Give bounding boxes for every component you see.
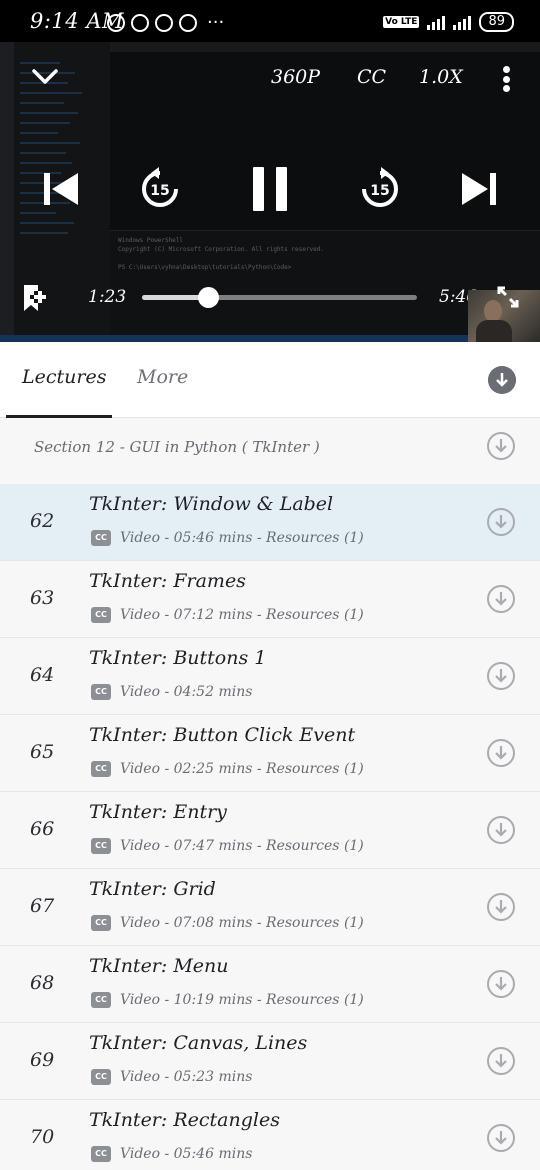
- forward-15-icon[interactable]: 15: [357, 166, 403, 212]
- tab-lectures[interactable]: Lectures: [22, 366, 106, 388]
- fullscreen-icon[interactable]: [497, 286, 519, 308]
- lecture-meta: Video - 07:12 mins - Resources (1): [120, 607, 364, 623]
- app-icon-2: [179, 13, 197, 32]
- lecture-title: TkInter: Frames: [89, 570, 246, 592]
- lecture-row[interactable]: 65 TkInter: Button Click Event CC Video - 0…: [0, 715, 540, 792]
- cc-icon: CC: [91, 761, 111, 777]
- forward-seconds: 15: [370, 183, 389, 199]
- download-icon[interactable]: [486, 738, 516, 768]
- lecture-meta: Video - 07:08 mins - Resources (1): [120, 915, 364, 931]
- lecture-number: 63: [30, 587, 55, 609]
- lecture-title: TkInter: Buttons 1: [89, 647, 267, 669]
- status-bar: 9:14 AM ··· Vo LTE 89: [0, 0, 540, 42]
- section-title: Section 12 - GUI in Python ( TkInter ): [34, 438, 320, 456]
- download-icon[interactable]: [486, 661, 516, 691]
- lecture-title: TkInter: Canvas, Lines: [89, 1032, 308, 1054]
- pause-icon[interactable]: [251, 167, 289, 211]
- download-icon[interactable]: [486, 1046, 516, 1076]
- download-icon[interactable]: [486, 969, 516, 999]
- skip-previous-icon[interactable]: [42, 170, 80, 208]
- lecture-meta: Video - 02:25 mins - Resources (1): [120, 761, 364, 777]
- more-notifications-icon: ···: [207, 12, 225, 33]
- speed-button[interactable]: 1.0X: [419, 66, 463, 88]
- lecture-title: TkInter: Window & Label: [89, 493, 334, 515]
- notification-icons: ···: [107, 12, 224, 33]
- elapsed-time: 1:23: [88, 287, 127, 307]
- app-icon: [155, 13, 173, 32]
- lecture-meta: Video - 10:19 mins - Resources (1): [120, 992, 364, 1008]
- lecture-title: TkInter: Button Click Event: [89, 724, 356, 746]
- tab-bar: Lectures More: [0, 342, 540, 418]
- lecture-row[interactable]: 67 TkInter: Grid CC Video - 07:08 mins - Re…: [0, 869, 540, 946]
- snapchat-icon: [131, 13, 149, 32]
- status-right: Vo LTE 89: [383, 12, 514, 32]
- lecture-row[interactable]: 70 TkInter: Rectangles CC Video - 05:46 min…: [0, 1100, 540, 1170]
- cc-icon: CC: [91, 992, 111, 1008]
- lecture-number: 64: [30, 664, 55, 686]
- lecture-number: 69: [30, 1049, 55, 1071]
- section-header[interactable]: Section 12 - GUI in Python ( TkInter ): [0, 418, 540, 484]
- cc-icon: CC: [91, 915, 111, 931]
- video-player[interactable]: Windows PowerShell Copyright (C) Microso…: [0, 42, 540, 342]
- cc-icon: CC: [91, 838, 111, 854]
- lecture-title: TkInter: Menu: [89, 955, 229, 977]
- progress-thumb[interactable]: [198, 287, 219, 308]
- rewind-seconds: 15: [150, 183, 169, 199]
- lecture-title: TkInter: Grid: [89, 878, 216, 900]
- battery-indicator: 89: [479, 12, 514, 32]
- chevron-down-icon[interactable]: [28, 60, 62, 94]
- signal-icon: [427, 14, 446, 30]
- lecture-meta: Video - 07:47 mins - Resources (1): [120, 838, 364, 854]
- download-icon[interactable]: [486, 584, 516, 614]
- skip-next-icon[interactable]: [460, 170, 498, 208]
- alarm-icon: [107, 13, 125, 32]
- lecture-meta: Video - 05:46 mins - Resources (1): [120, 530, 364, 546]
- lecture-row[interactable]: 68 TkInter: Menu CC Video - 10:19 mins - Re…: [0, 946, 540, 1023]
- more-vert-icon[interactable]: [502, 66, 510, 92]
- lecture-number: 65: [30, 741, 55, 763]
- download-icon[interactable]: [486, 431, 516, 461]
- lecture-title: TkInter: Entry: [89, 801, 227, 823]
- lecture-row[interactable]: 66 TkInter: Entry CC Video - 07:47 mins - R…: [0, 792, 540, 869]
- cc-icon: CC: [91, 1069, 111, 1085]
- signal-icon-2: [453, 14, 472, 30]
- bookmark-add-icon[interactable]: [22, 283, 48, 313]
- tab-more[interactable]: More: [137, 366, 188, 388]
- cc-icon: CC: [91, 607, 111, 623]
- lecture-title: TkInter: Rectangles: [89, 1109, 280, 1131]
- lecture-number: 66: [30, 818, 55, 840]
- cc-icon: CC: [91, 530, 111, 546]
- cc-icon: CC: [91, 684, 111, 700]
- volte-badge: Vo LTE: [383, 16, 420, 28]
- replay-15-icon[interactable]: 15: [137, 166, 183, 212]
- download-all-icon[interactable]: [488, 366, 516, 394]
- captions-button[interactable]: CC: [357, 66, 386, 88]
- download-icon[interactable]: [486, 892, 516, 922]
- lecture-row[interactable]: 69 TkInter: Canvas, Lines CC Video - 05:23 …: [0, 1023, 540, 1100]
- lecture-number: 68: [30, 972, 55, 994]
- lecture-row[interactable]: 64 TkInter: Buttons 1 CC Video - 04:52 mins: [0, 638, 540, 715]
- lecture-number: 70: [30, 1126, 55, 1148]
- lecture-number: 67: [30, 895, 55, 917]
- lecture-meta: Video - 05:23 mins: [120, 1069, 253, 1085]
- download-icon[interactable]: [486, 507, 516, 537]
- lecture-row[interactable]: 62 TkInter: Window & Label CC Video - 05:46…: [0, 484, 540, 561]
- download-icon[interactable]: [486, 1123, 516, 1153]
- lecture-meta: Video - 05:46 mins: [120, 1146, 253, 1162]
- cc-icon: CC: [91, 1146, 111, 1162]
- lecture-row[interactable]: 63 TkInter: Frames CC Video - 07:12 mins - …: [0, 561, 540, 638]
- progress-bar[interactable]: [142, 287, 417, 308]
- lecture-number: 62: [30, 510, 55, 532]
- lecture-meta: Video - 04:52 mins: [120, 684, 253, 700]
- download-icon[interactable]: [486, 815, 516, 845]
- quality-button[interactable]: 360P: [271, 66, 320, 88]
